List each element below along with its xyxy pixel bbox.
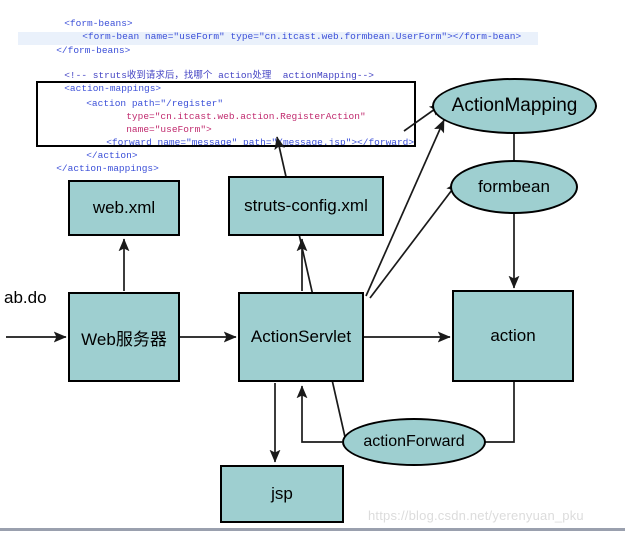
edge-actionforward-to-actionservlet [296, 385, 342, 443]
node-jsp[interactable]: jsp [220, 465, 344, 523]
node-struts-config[interactable]: struts-config.xml [228, 176, 384, 236]
edge-action-to-actionforward [484, 382, 515, 443]
node-action[interactable]: action [452, 290, 574, 382]
node-actionservlet[interactable]: ActionServlet [238, 292, 364, 382]
node-action-label: action [490, 326, 536, 345]
node-actionmapping[interactable]: ActionMapping [432, 78, 597, 134]
node-formbean[interactable]: formbean [450, 160, 578, 214]
node-actionservlet-label: ActionServlet [250, 327, 352, 346]
node-web-server-label: Web服务器 [81, 329, 167, 349]
node-actionforward[interactable]: actionForward [342, 418, 486, 466]
node-jsp-label: jsp [271, 484, 293, 503]
request-label: ab.do [4, 288, 47, 307]
node-actionforward-label: actionForward [363, 433, 465, 450]
bottom-divider [0, 528, 625, 531]
watermark-text: https://blog.csdn.net/yerenyuan_pku [368, 508, 584, 523]
node-struts-config-label: struts-config.xml [244, 196, 368, 215]
node-web-server[interactable]: Web服务器 [68, 292, 180, 382]
node-web-xml[interactable]: web.xml [68, 180, 180, 236]
node-actionmapping-label: ActionMapping [451, 95, 578, 116]
node-web-xml-label: web.xml [92, 198, 156, 217]
diagram-canvas: <form-beans> <form-bean name="useForm" t… [0, 0, 625, 536]
node-formbean-label: formbean [478, 177, 550, 196]
action-block-highlight-box [36, 81, 416, 147]
